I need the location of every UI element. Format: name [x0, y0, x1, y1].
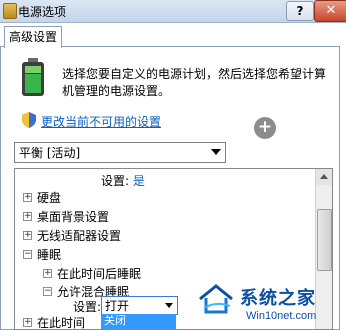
- collapse-icon[interactable]: −: [43, 287, 52, 296]
- tree-item: 设置: 是: [101, 174, 145, 188]
- watermark-url: Win10net.com: [246, 310, 317, 322]
- plus-icon: +: [254, 117, 276, 139]
- expand-icon[interactable]: +: [23, 318, 32, 327]
- close-button[interactable]: ✕: [314, 0, 346, 22]
- scrollbar-thumb[interactable]: [317, 209, 332, 271]
- expand-icon[interactable]: +: [23, 193, 32, 202]
- expand-icon[interactable]: +: [43, 269, 52, 278]
- window-title: 电源选项: [18, 5, 67, 19]
- help-button[interactable]: ?: [286, 1, 314, 21]
- change-unavailable-settings-link[interactable]: 更改当前不可用的设置: [41, 113, 161, 130]
- power-plan-value: 平衡 [活动]: [19, 146, 81, 160]
- dropdown-option-off[interactable]: 关闭: [101, 314, 176, 329]
- chevron-down-icon: [211, 149, 221, 155]
- tree-item-sleep[interactable]: 睡眠: [37, 246, 61, 263]
- tree-item-hard-disk[interactable]: 硬盘: [37, 189, 61, 206]
- tree-item-sleep-after[interactable]: 在此时间后睡眠: [57, 265, 141, 282]
- description-text: 选择您要自定义的电源计划，然后选择您希望计算机管理的电源设置。: [62, 67, 327, 98]
- tree-item-desktop-background[interactable]: 桌面背景设置: [37, 208, 109, 225]
- title-bar: 电源选项 ? ✕: [0, 0, 346, 23]
- tree-item-wireless-adapter[interactable]: 无线适配器设置: [37, 227, 121, 244]
- tab-advanced-settings[interactable]: 高级设置: [4, 26, 62, 48]
- house-logo-icon: [199, 284, 233, 314]
- expand-icon[interactable]: +: [23, 212, 32, 221]
- shield-icon: [22, 112, 36, 128]
- collapse-icon[interactable]: −: [23, 250, 32, 259]
- expand-icon[interactable]: +: [23, 231, 32, 240]
- power-options-icon: [3, 3, 17, 19]
- watermark: 系统之家 Win10net.com: [198, 282, 346, 328]
- scroll-up-icon[interactable]: [316, 169, 332, 185]
- setting-label: 设置:: [73, 300, 102, 314]
- watermark-title: 系统之家: [240, 288, 316, 309]
- battery-icon: [22, 58, 44, 96]
- hybrid-sleep-value: 打开: [105, 299, 130, 313]
- power-plan-select[interactable]: 平衡 [活动]: [14, 142, 226, 163]
- hybrid-sleep-select[interactable]: 打开: [101, 296, 178, 315]
- chevron-down-icon: [165, 303, 173, 308]
